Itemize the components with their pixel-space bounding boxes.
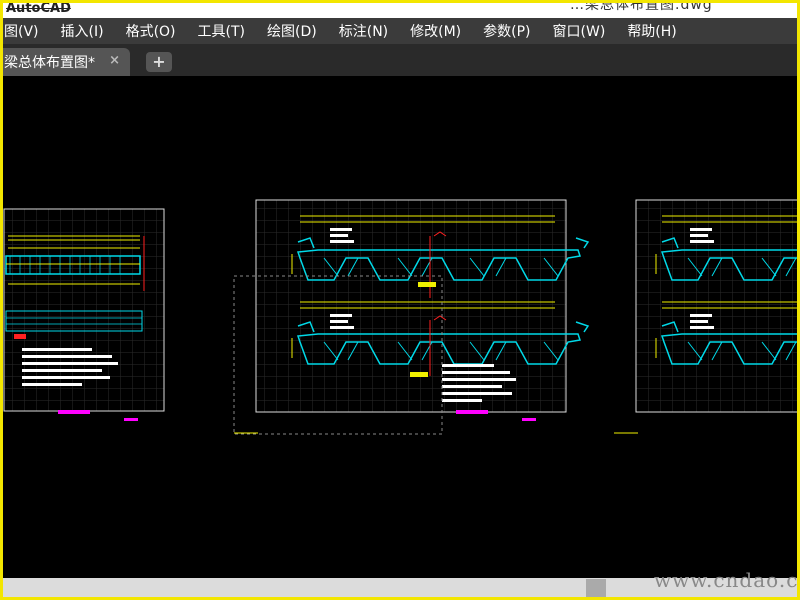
drawing-sheet-right — [614, 199, 800, 434]
menu-tools[interactable]: 工具(T) — [198, 21, 245, 41]
tab-drawing[interactable]: 梁总体布置图* × — [0, 48, 130, 76]
drawing-sheet-left — [3, 208, 165, 421]
watermark-text: www.cndao.com — [654, 568, 800, 592]
menu-draw[interactable]: 绘图(D) — [267, 21, 317, 41]
app-title: AutoCAD — [6, 1, 71, 16]
document-tab-bar: 梁总体布置图* × — [0, 44, 800, 76]
cad-drawing — [3, 199, 800, 435]
menu-bar: 图(V) 插入(I) 格式(O) 工具(T) 绘图(D) 标注(N) 修改(M)… — [0, 18, 800, 44]
title-bar: AutoCAD …梁总体布置图.dwg — [0, 0, 800, 18]
menu-insert[interactable]: 插入(I) — [61, 21, 104, 41]
document-title: …梁总体布置图.dwg — [570, 0, 713, 13]
menu-parametric[interactable]: 参数(P) — [483, 21, 530, 41]
menu-window[interactable]: 窗口(W) — [553, 21, 606, 41]
close-icon[interactable]: × — [109, 53, 120, 68]
add-tab-button[interactable]: + — [146, 52, 172, 72]
menu-modify[interactable]: 修改(M) — [410, 21, 461, 41]
drawing-canvas[interactable] — [0, 76, 800, 578]
menu-help[interactable]: 帮助(H) — [627, 21, 676, 41]
menu-dimension[interactable]: 标注(N) — [339, 21, 388, 41]
tab-drawing-label: 梁总体布置图* — [4, 55, 95, 71]
status-indicator[interactable] — [586, 579, 606, 597]
drawing-sheet-center — [233, 199, 589, 435]
menu-format[interactable]: 格式(O) — [126, 21, 176, 41]
menu-view[interactable]: 图(V) — [4, 21, 39, 41]
